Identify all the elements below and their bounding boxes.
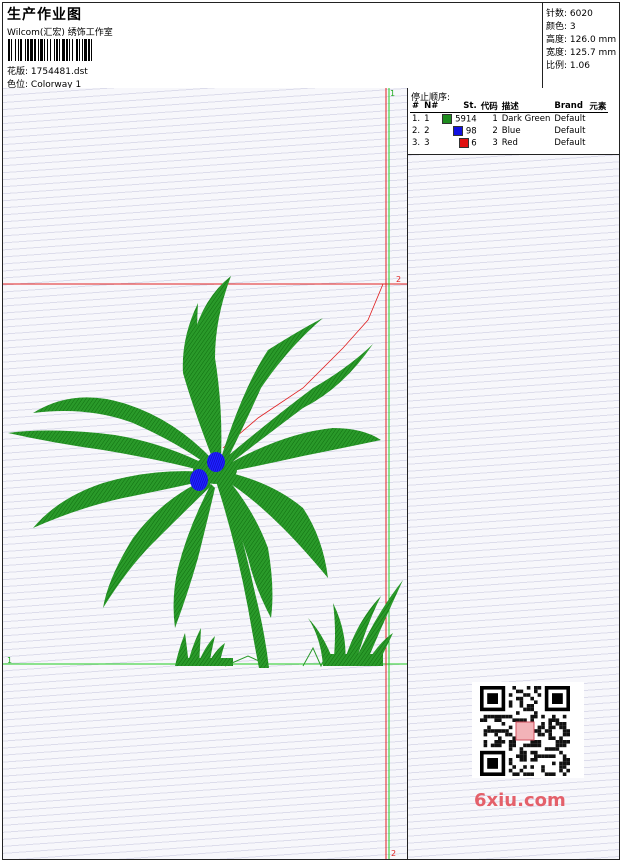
stat-width: 宽度: 125.7 mm xyxy=(546,48,617,58)
table-row[interactable]: 3. 3 6 3 Red Default xyxy=(410,137,608,149)
design-label: 花版: xyxy=(7,67,29,77)
row-description: Dark Green xyxy=(501,114,551,124)
row-stitches: 5914 xyxy=(440,113,478,126)
col-brand: Brand xyxy=(552,100,588,113)
row-element xyxy=(587,113,608,126)
row-n: 3 xyxy=(424,138,430,148)
stat-scale: 比例: 1.06 xyxy=(546,61,590,71)
studio-name: Wilcom(汇宏) 绣饰工作室 xyxy=(7,28,113,38)
design-canvas: 1 2 1 2 xyxy=(2,88,409,860)
row-stitches: 98 xyxy=(440,125,478,137)
table-header: # N# St. 代码 描述 Brand 元素 xyxy=(410,100,609,113)
col-element: 元素 xyxy=(587,100,609,113)
row-brand: Default xyxy=(554,138,586,148)
color-swatch xyxy=(442,113,453,124)
row-code: 1 xyxy=(492,114,498,124)
row-brand: Default xyxy=(554,126,586,136)
row-description: Blue xyxy=(501,126,521,136)
col-index: # xyxy=(410,100,423,113)
qr-code xyxy=(472,682,584,778)
header-info: 生产作业图 Wilcom(汇宏) 绣饰工作室 花版: 1754481.dst 色… xyxy=(3,3,541,90)
coconut-1 xyxy=(190,469,208,491)
header: 生产作业图 Wilcom(汇宏) 绣饰工作室 花版: 1754481.dst 色… xyxy=(2,2,620,90)
grass-left xyxy=(175,628,233,666)
stat-colors: 颜色: 3 xyxy=(546,22,576,32)
guide-label-red-v: 2 xyxy=(391,849,396,858)
guide-label-green-v: 1 xyxy=(390,89,395,98)
stop-sequence-table-area: 停止顺序: # N# St. 代码 描述 Brand 元素 1. 1 5914 1 D… xyxy=(408,88,619,155)
palm-fronds xyxy=(8,276,381,628)
stat-stitches: 针数: 6020 xyxy=(546,9,593,19)
coconut-2 xyxy=(207,452,225,472)
row-n: 2 xyxy=(424,126,430,136)
row-index: 3. xyxy=(412,138,421,148)
row-stitches: 6 xyxy=(440,137,478,149)
row-index: 1. xyxy=(412,114,421,124)
col-n: N# xyxy=(422,100,441,113)
row-index: 2. xyxy=(412,126,421,136)
guide-label-red-h: 2 xyxy=(396,275,401,284)
design-value: 1754481.dst xyxy=(30,67,88,77)
row-description: Red xyxy=(501,138,518,148)
embroidery-design: 1 2 1 2 xyxy=(3,88,408,859)
col-stitches: St. xyxy=(440,100,479,113)
barcode xyxy=(8,39,92,61)
table-row[interactable]: 1. 1 5914 1 Dark Green Default xyxy=(410,113,608,126)
col-description: 描述 xyxy=(499,100,553,113)
design-file: 花版: 1754481.dst xyxy=(7,64,88,77)
row-brand: Default xyxy=(554,114,586,124)
jump-stitch-path xyxy=(222,283,384,449)
col-code: 代码 xyxy=(478,100,500,113)
color-swatch xyxy=(458,137,469,148)
row-code: 3 xyxy=(492,138,498,148)
color-table: # N# St. 代码 描述 Brand 元素 1. 1 5914 1 Dark Gr… xyxy=(410,100,609,149)
row-code: 2 xyxy=(492,126,498,136)
guide-label-green-h: 1 xyxy=(7,656,12,665)
stat-height: 高度: 126.0 mm xyxy=(546,35,617,45)
stats-box: 针数: 6020 颜色: 3 高度: 126.0 mm 宽度: 125.7 mm… xyxy=(542,3,620,89)
row-element xyxy=(587,125,608,137)
page-title: 生产作业图 xyxy=(7,7,82,23)
row-n: 1 xyxy=(424,114,430,124)
watermark-logo: 6xiu.com xyxy=(474,790,566,811)
table-row[interactable]: 2. 2 98 2 Blue Default xyxy=(410,125,608,137)
row-element xyxy=(587,137,608,149)
color-swatch xyxy=(453,125,464,136)
